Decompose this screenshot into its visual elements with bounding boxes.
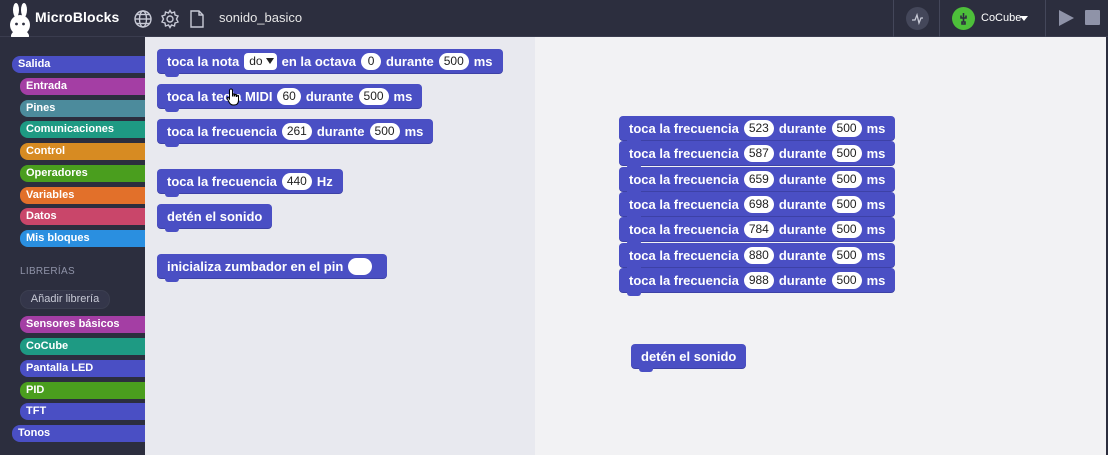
script-frequency-block[interactable]: toca la frecuencia 523 durante 500 ms [619,116,896,144]
libraries-heading: LIBRERÍAS [20,266,75,277]
toolbar-divider [939,0,940,37]
graph-button[interactable] [906,7,929,30]
category-mis-bloques[interactable]: Mis bloques [20,230,145,247]
script-frequency-block[interactable]: toca la frecuencia 880 durante 500 ms [619,243,896,271]
library-pid[interactable]: PID [20,382,145,399]
init-buzzer-block[interactable]: inicializa zumbador en el pin [157,254,388,282]
app-title: MicroBlocks [35,9,120,25]
library-cocube[interactable]: CoCube [20,338,145,355]
globe-icon[interactable] [133,9,153,29]
stop-icon[interactable] [1085,10,1100,25]
category-salida[interactable]: Salida [12,56,145,73]
graph-icon [912,12,923,26]
start-icon[interactable] [1059,10,1074,26]
top-bar: MicroBlocks sonido_basico CoCube [0,0,1108,42]
stop-tone-block[interactable]: detén el sonido [157,204,273,232]
frequency-input[interactable]: 523 [743,119,774,137]
frequency-input[interactable]: 659 [743,170,774,188]
add-library-button[interactable]: Añadir librería [20,290,110,309]
duration-input[interactable]: 500 [831,271,862,289]
board-selector[interactable]: CoCube [952,6,1032,31]
duration-input[interactable]: 500 [369,122,400,140]
file-icon[interactable] [187,9,207,29]
library-tonos[interactable]: Tonos [12,425,145,442]
frequency-input[interactable]: 698 [743,195,774,213]
frequency-input[interactable]: 784 [743,220,774,238]
duration-input[interactable]: 500 [831,246,862,264]
dropdown-arrow-icon [265,58,274,64]
category-control[interactable]: Control [20,143,145,160]
board-name: CoCube [981,12,1022,24]
pin-input[interactable] [348,257,373,275]
library-tft[interactable]: TFT [20,403,145,420]
category-operadores[interactable]: Operadores [20,165,145,182]
duration-input[interactable]: 500 [438,52,469,70]
frequency-input[interactable]: 440 [281,172,312,190]
midi-key-input[interactable]: 60 [277,87,301,105]
category-entrada[interactable]: Entrada [20,78,145,95]
library-sensores-basicos[interactable]: Sensores básicos [20,316,145,333]
category-variables[interactable]: Variables [20,187,145,204]
category-comunicaciones[interactable]: Comunicaciones [20,121,145,138]
library-pantalla-led[interactable]: Pantalla LED [20,360,145,377]
play-frequency-block[interactable]: toca la frecuencia 261 durante 500 ms [157,119,434,147]
script-stop-tone-block[interactable]: detén el sonido [631,344,747,372]
script-frequency-block[interactable]: toca la frecuencia 659 durante 500 ms [619,167,896,195]
chevron-down-icon [1020,16,1028,21]
frequency-input[interactable]: 880 [743,246,774,264]
frequency-input[interactable]: 261 [281,122,312,140]
play-note-block[interactable]: toca la nota do en la octava 0 durante 5… [157,49,503,77]
duration-input[interactable]: 500 [831,220,862,238]
start-tone-block[interactable]: toca la frecuencia 440 Hz [157,169,343,197]
duration-input[interactable]: 500 [831,144,862,162]
duration-input[interactable]: 500 [831,119,862,137]
duration-input[interactable]: 500 [831,170,862,188]
script-frequency-block[interactable]: toca la frecuencia 784 durante 500 ms [619,217,896,245]
duration-input[interactable]: 500 [831,195,862,213]
script-frequency-block[interactable]: toca la frecuencia 988 durante 500 ms [619,268,896,296]
category-datos[interactable]: Datos [20,208,145,225]
duration-input[interactable]: 500 [358,87,389,105]
toolbar-divider [1045,0,1046,37]
play-midi-block[interactable]: toca la tecla MIDI 60 durante 500 ms [157,84,423,112]
note-dropdown[interactable]: do [244,52,277,70]
frequency-input[interactable]: 988 [743,271,774,289]
category-pines[interactable]: Pines [20,100,145,117]
frequency-input[interactable]: 587 [743,144,774,162]
octave-input[interactable]: 0 [361,52,382,70]
script-frequency-block[interactable]: toca la frecuencia 698 durante 500 ms [619,192,896,220]
toolbar-divider [893,0,894,37]
category-sidebar: Salida Entrada Pines Comunicaciones Cont… [0,37,145,455]
board-connected-icon [952,7,975,30]
script-frequency-block[interactable]: toca la frecuencia 587 durante 500 ms [619,141,896,169]
project-name[interactable]: sonido_basico [219,10,302,25]
gear-icon[interactable] [160,9,180,29]
hand-cursor-icon [226,88,239,106]
